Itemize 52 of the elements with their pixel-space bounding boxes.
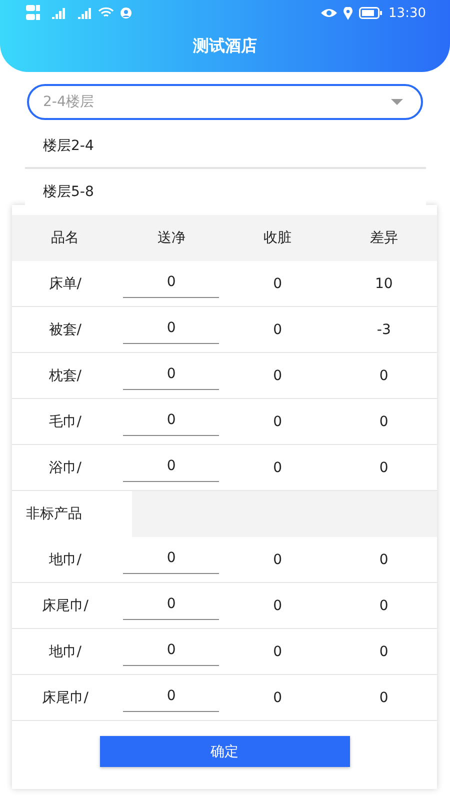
clock-time: 13:30 bbox=[388, 6, 426, 20]
table-cell-text: 0 bbox=[272, 690, 284, 706]
floor-option[interactable]: 楼层5-8 bbox=[25, 169, 426, 214]
table-cell-text: 0 bbox=[378, 414, 390, 430]
table-cell-text: 0 bbox=[272, 322, 284, 338]
table-cell-text: 0 bbox=[378, 368, 390, 384]
eye-icon bbox=[320, 8, 337, 18]
item-name: 浴巾/ bbox=[48, 458, 82, 476]
table-cell-text: -3 bbox=[376, 322, 392, 338]
column-header: 差异 bbox=[368, 229, 399, 247]
quantity-input[interactable]: 0 bbox=[123, 362, 220, 390]
item-name: 地巾/ bbox=[48, 642, 82, 660]
table-cell-text: 10 bbox=[374, 276, 394, 292]
table-cell-text: 0 bbox=[272, 598, 284, 614]
table-cell-text: 0 bbox=[272, 276, 284, 292]
quantity-input[interactable]: 0 bbox=[123, 454, 220, 482]
floor-option[interactable]: 楼层2-4 bbox=[25, 124, 426, 169]
caret-icon bbox=[391, 99, 403, 105]
table-cell-text: 0 bbox=[272, 368, 284, 384]
table-cell-text: 0 bbox=[378, 460, 390, 476]
location-icon bbox=[342, 6, 353, 20]
item-name: 地巾/ bbox=[48, 550, 82, 568]
quantity-input[interactable]: 0 bbox=[123, 408, 220, 436]
confirm-button[interactable]: 确定 bbox=[100, 736, 350, 767]
table-cell-text: 0 bbox=[272, 460, 284, 476]
quantity-input[interactable]: 0 bbox=[123, 684, 220, 712]
item-name: 枕套/ bbox=[48, 366, 82, 384]
section-title: 非标产品 bbox=[12, 491, 132, 537]
column-header: 品名 bbox=[50, 229, 80, 247]
quantity-input[interactable]: 0 bbox=[123, 638, 220, 666]
table-cell-text: 0 bbox=[378, 552, 390, 568]
table-cell-text: 0 bbox=[272, 414, 284, 430]
table-cell-text: 0 bbox=[272, 552, 284, 568]
quantity-input[interactable]: 0 bbox=[123, 592, 220, 620]
item-name: 床尾巾/ bbox=[40, 596, 90, 614]
table-cell-text: 0 bbox=[272, 644, 284, 660]
quantity-input[interactable]: 0 bbox=[123, 316, 220, 344]
table-cell-text: 0 bbox=[378, 690, 390, 706]
column-header: 送净 bbox=[156, 229, 186, 247]
table-cell-text: 0 bbox=[378, 598, 390, 614]
wifi-icon bbox=[98, 7, 114, 19]
column-header: 收脏 bbox=[262, 229, 293, 247]
user-icon bbox=[120, 7, 132, 19]
item-name: 毛巾/ bbox=[48, 412, 82, 430]
quantity-input[interactable]: 0 bbox=[123, 546, 220, 574]
quantity-input[interactable]: 0 bbox=[123, 270, 220, 298]
item-name: 床尾巾/ bbox=[40, 688, 90, 706]
item-name: 床单/ bbox=[48, 274, 82, 292]
battery-icon bbox=[358, 7, 383, 19]
item-name: 被套/ bbox=[48, 320, 82, 338]
table-cell-text: 0 bbox=[378, 644, 390, 660]
page-title: 测试酒店 bbox=[193, 36, 257, 56]
